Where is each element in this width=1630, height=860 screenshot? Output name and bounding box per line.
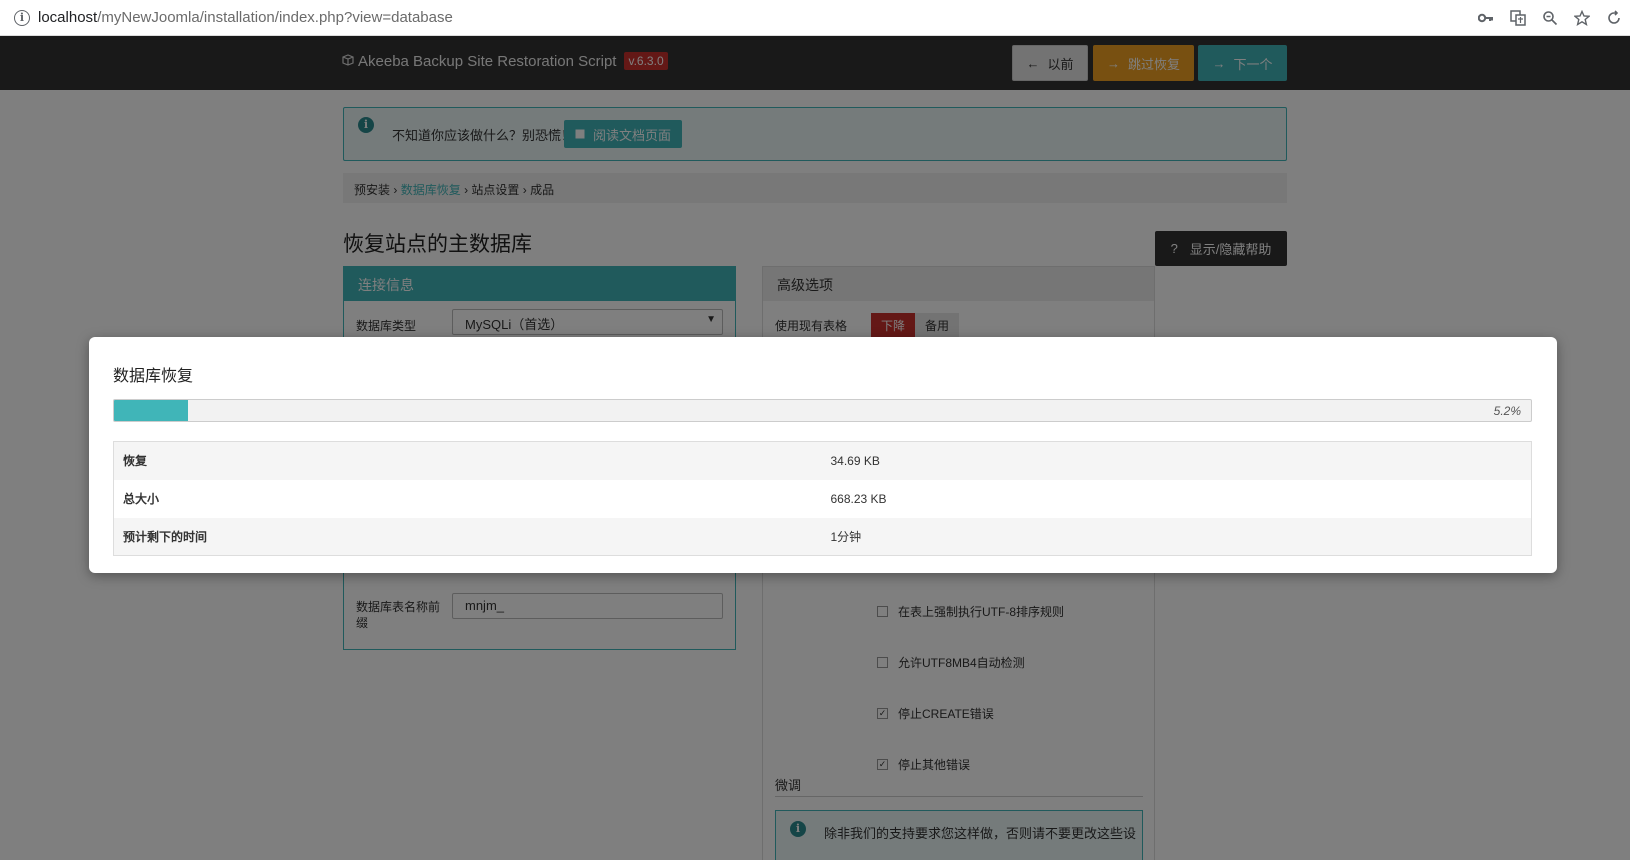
progress-bar-fill: [114, 400, 188, 421]
stat-value: 1分钟: [821, 517, 1532, 556]
key-icon[interactable]: [1476, 7, 1496, 29]
zoom-icon[interactable]: [1540, 7, 1560, 29]
stat-value: 668.23 KB: [821, 479, 1532, 518]
table-row: 总大小 668.23 KB: [113, 479, 1532, 518]
stat-key: 预计剩下的时间: [113, 517, 822, 556]
stat-value: 34.69 KB: [821, 441, 1532, 480]
url-field[interactable]: localhost/myNewJoomla/installation/index…: [38, 9, 453, 26]
sync-icon[interactable]: [1604, 7, 1624, 29]
stat-key: 恢复: [113, 441, 822, 480]
table-row: 预计剩下的时间 1分钟: [113, 517, 1532, 556]
modal-title: 数据库恢复: [113, 368, 194, 385]
stat-key: 总大小: [113, 479, 822, 518]
table-row: 恢复 34.69 KB: [113, 441, 1532, 480]
progress-bar: 5.2%: [113, 399, 1532, 422]
url-path: /myNewJoomla/installation/index.php?view…: [97, 9, 453, 26]
restore-stats-table: 恢复 34.69 KB 总大小 668.23 KB 预计剩下的时间 1分钟: [113, 441, 1532, 556]
browser-address-bar: i localhost/myNewJoomla/installation/ind…: [0, 0, 1630, 36]
bookmark-star-icon[interactable]: [1572, 7, 1592, 29]
progress-percent: 5.2%: [1493, 404, 1521, 418]
restore-progress-modal: 数据库恢复 5.2% 恢复 34.69 KB 总大小 668.23 KB 预计剩…: [89, 337, 1557, 573]
browser-toolbar-icons: [1476, 7, 1624, 29]
info-icon[interactable]: i: [14, 10, 30, 26]
translate-icon[interactable]: [1508, 7, 1528, 29]
url-host: localhost: [38, 9, 98, 26]
